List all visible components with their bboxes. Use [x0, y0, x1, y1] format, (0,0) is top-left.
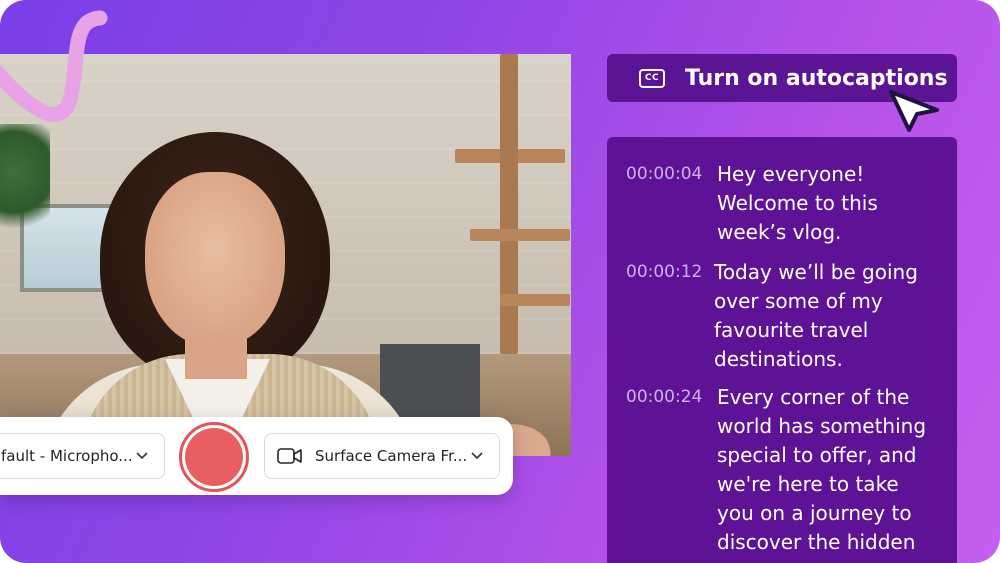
- camera-select-label: Surface Camera Fr...: [315, 447, 467, 465]
- record-button[interactable]: [179, 422, 249, 492]
- caption-text: Hey everyone! Welcome to this week’s vlo…: [717, 162, 878, 244]
- timestamp: 00:00:04: [626, 164, 703, 184]
- cc-icon: CC: [639, 68, 665, 88]
- chevron-down-icon: [132, 449, 152, 463]
- app-frame: fault - Micropho... Surface Camera Fr...: [0, 0, 1000, 563]
- chevron-down-icon: [467, 449, 487, 463]
- video-camera-icon: [277, 447, 303, 465]
- timestamp: 00:00:12: [626, 262, 703, 282]
- caption-text: Today we’ll be going over some of my fav…: [714, 260, 918, 371]
- caption-text: Every corner of the world has something …: [717, 385, 927, 554]
- mouse-pointer-icon: [889, 90, 939, 132]
- recording-controls: fault - Micropho... Surface Camera Fr...: [0, 417, 513, 495]
- transcript-panel: 00:00:04 Hey everyone! Welcome to this w…: [607, 137, 957, 563]
- microphone-select-label: fault - Micropho...: [1, 447, 132, 465]
- microphone-select[interactable]: fault - Micropho...: [0, 433, 165, 479]
- camera-select[interactable]: Surface Camera Fr...: [264, 433, 500, 479]
- timestamp: 00:00:24: [626, 387, 703, 407]
- decorative-ribbon: [0, 10, 108, 122]
